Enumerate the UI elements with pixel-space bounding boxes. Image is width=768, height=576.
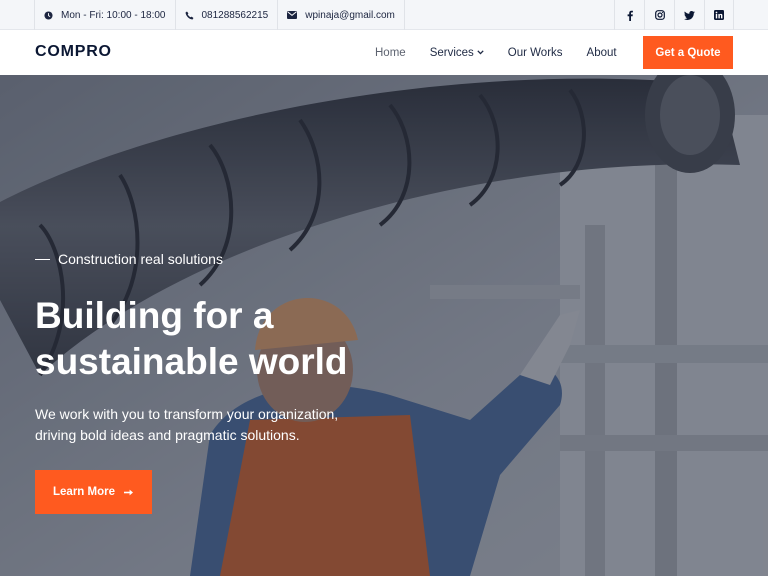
- envelope-icon: [287, 11, 298, 19]
- eyebrow-text: Construction real solutions: [58, 251, 223, 267]
- site-header: COMPRO Home Services Our Works About Get…: [0, 30, 768, 75]
- phone-text: 081288562215: [201, 9, 269, 21]
- headline-line-1: Building for a: [35, 295, 274, 336]
- get-quote-button[interactable]: Get a Quote: [643, 36, 733, 69]
- instagram-link[interactable]: [644, 0, 674, 30]
- email-info[interactable]: wpinaja@gmail.com: [277, 0, 405, 30]
- hours-text: Mon - Fri: 10:00 - 18:00: [61, 9, 166, 21]
- eyebrow-line: [35, 258, 50, 260]
- top-bar: Mon - Fri: 10:00 - 18:00 081288562215 wp…: [0, 0, 768, 30]
- description-line-2: driving bold ideas and pragmatic solutio…: [35, 427, 300, 443]
- phone-icon: [185, 11, 193, 19]
- instagram-icon: [654, 10, 665, 20]
- twitter-icon: [684, 10, 695, 20]
- description-line-1: We work with you to transform your organ…: [35, 406, 339, 422]
- nav-about[interactable]: About: [587, 47, 617, 59]
- nav-our-works[interactable]: Our Works: [508, 47, 563, 59]
- nav-about-label: About: [586, 46, 617, 59]
- headline-line-2: sustainable world: [35, 341, 348, 382]
- facebook-link[interactable]: [614, 0, 644, 30]
- hero-eyebrow: Construction real solutions: [35, 251, 223, 267]
- chevron-down-icon: [477, 50, 484, 55]
- twitter-link[interactable]: [674, 0, 704, 30]
- main-nav: Home Services Our Works About: [375, 30, 641, 75]
- nav-services-label: Services: [429, 46, 474, 59]
- arrow-right-icon: [124, 489, 133, 495]
- learn-more-label: Learn More: [53, 486, 115, 498]
- clock-icon: [44, 10, 53, 20]
- email-text: wpinaja@gmail.com: [305, 9, 395, 21]
- hero-headline: Building for a sustainable world: [35, 293, 455, 385]
- linkedin-link[interactable]: [704, 0, 734, 30]
- facebook-icon: [627, 10, 633, 21]
- learn-more-button[interactable]: Learn More: [35, 470, 152, 514]
- nav-services[interactable]: Services: [430, 47, 484, 59]
- social-links: [614, 0, 734, 30]
- site-logo[interactable]: COMPRO: [35, 43, 112, 61]
- hero-description: We work with you to transform your organ…: [35, 404, 415, 446]
- nav-home[interactable]: Home: [375, 47, 406, 59]
- hero-section: Construction real solutions Building for…: [0, 75, 768, 576]
- nav-home-label: Home: [375, 46, 406, 59]
- phone-info[interactable]: 081288562215: [174, 0, 278, 30]
- nav-our-works-label: Our Works: [507, 46, 563, 59]
- hours-info: Mon - Fri: 10:00 - 18:00: [34, 0, 175, 30]
- linkedin-icon: [714, 10, 724, 20]
- contact-info: Mon - Fri: 10:00 - 18:00 081288562215 wp…: [34, 0, 405, 30]
